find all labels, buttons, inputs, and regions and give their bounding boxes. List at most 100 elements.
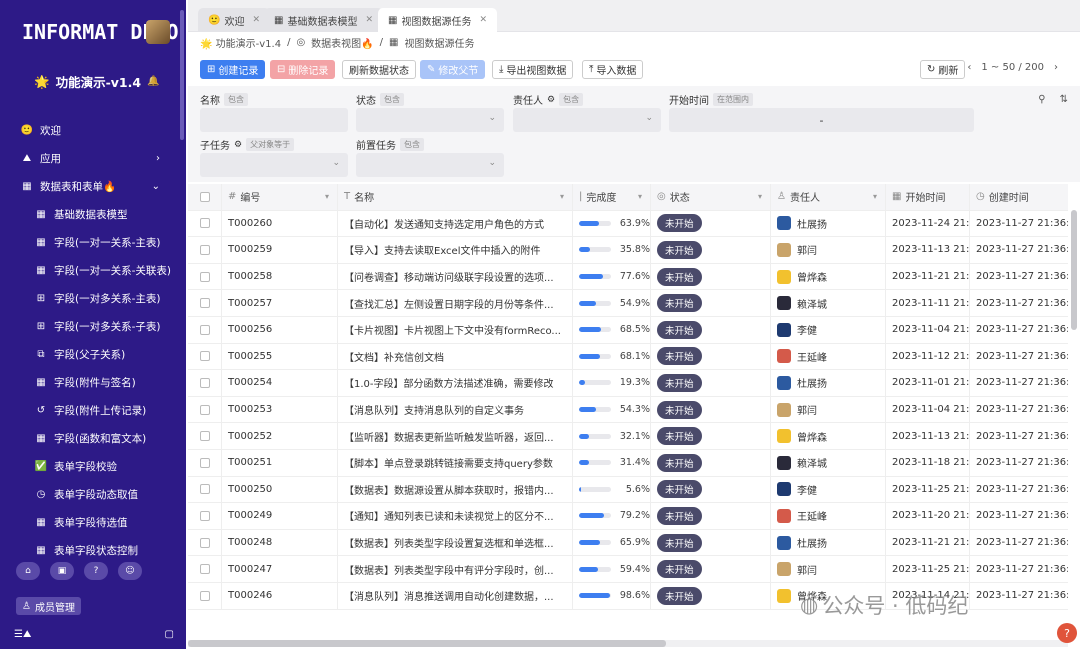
cell-name[interactable]: 【数据表】数据源设置从脚本获取时，报错内... — [338, 476, 573, 503]
cell-name[interactable]: 【查找汇总】左侧设置日期字段的月份等条件... — [338, 290, 573, 316]
create-record-button[interactable]: ⊞ 创建记录 — [200, 60, 266, 79]
row-checkbox[interactable] — [199, 351, 210, 362]
sidebar-item[interactable]: ▦ 基础数据表模型 — [0, 200, 186, 228]
select-all-checkbox[interactable] — [199, 191, 210, 202]
row-checkbox[interactable] — [199, 218, 210, 229]
sidebar-item[interactable]: ⊞ 字段(一对多关系-子表) — [0, 312, 186, 340]
table-horizontal-scrollbar[interactable] — [188, 640, 1068, 647]
name-column-header[interactable]: T 名称 ▾ — [338, 184, 573, 210]
member-management-button[interactable]: ♙ 成员管理 — [16, 597, 81, 615]
row-checkbox[interactable] — [199, 324, 210, 335]
sidebar-item[interactable]: ⛰ 应用 › — [0, 144, 186, 172]
sidebar-item[interactable]: ▦ 表单字段待选值 — [0, 508, 186, 536]
sidebar-item[interactable]: ▦ 字段(一对一关系-关联表) — [0, 256, 186, 284]
export-button[interactable]: ⤓ 导出视图数据 — [492, 60, 574, 79]
book-icon[interactable]: ▣ — [50, 562, 74, 580]
sidebar-item[interactable]: ⧉ 字段(父子关系) — [0, 340, 186, 368]
table-row[interactable]: T000256 【卡片视图】卡片视图上下文中没有formReco... 68.5% 未… — [188, 317, 1068, 344]
sidebar-item[interactable]: ▦ 数据表和表单🔥 ⌄ — [0, 172, 186, 200]
sidebar-item[interactable]: ▦ 字段(附件与签名) — [0, 368, 186, 396]
prev-page-icon[interactable]: ‹ — [967, 62, 971, 73]
sidebar-item[interactable]: ▦ 字段(函数和富文本) — [0, 424, 186, 452]
tab-view-datasource[interactable]: ▦ 视图数据源任务 ✕ — [378, 8, 497, 32]
cell-name[interactable]: 【1.0-字段】部分函数方法描述准确，需要修改 — [338, 370, 573, 396]
cell-name[interactable]: 【数据表】列表类型字段中有评分字段时，创... — [338, 556, 573, 582]
cell-name[interactable]: 【自动化】发送通知支持选定用户角色的方式 — [338, 210, 573, 237]
collapse-sidebar-icon[interactable]: ▢ — [165, 629, 174, 640]
cell-name[interactable]: 【问卷调查】移动端访问级联字段设置的选项... — [338, 263, 573, 290]
column-menu-icon[interactable]: ▾ — [560, 192, 564, 201]
sidebar-item[interactable]: ↺ 字段(附件上传记录) — [0, 396, 186, 424]
help-icon[interactable]: ? — [84, 562, 108, 580]
row-checkbox[interactable] — [199, 564, 210, 575]
table-row[interactable]: T000255 【文档】补充信创文档 68.1% 未开始 王延峰 2023-11-12 2… — [188, 343, 1068, 371]
row-checkbox[interactable] — [199, 484, 210, 495]
cell-name[interactable]: 【卡片视图】卡片视图上下文中没有formReco... — [338, 317, 573, 343]
row-checkbox[interactable] — [199, 457, 210, 468]
cell-name[interactable]: 【导入】支持去读取Excel文件中插入的附件 — [338, 237, 573, 263]
breadcrumb-app[interactable]: 🌟 功能演示-v1.4 — [200, 35, 281, 50]
sidebar-item[interactable]: ✅ 表单字段校验 — [0, 452, 186, 480]
cell-name[interactable]: 【消息队列】支持消息队列的自定义事务 — [338, 396, 573, 423]
app-title[interactable]: 🌟 功能演示-v1.4 🔔 — [34, 72, 160, 91]
status-column-header[interactable]: ◎ 状态 ▾ — [651, 184, 771, 210]
chevron-icon[interactable]: ⌄ — [152, 181, 160, 192]
refresh-button[interactable]: ↻ 刷新 — [920, 60, 966, 79]
cell-name[interactable]: 【文档】补充信创文档 — [338, 343, 573, 370]
sidebar-item[interactable]: ⊞ 字段(一对多关系-主表) — [0, 284, 186, 312]
row-checkbox[interactable] — [199, 271, 210, 282]
refresh-status-button[interactable]: 刷新数据状态 — [342, 60, 416, 79]
column-menu-icon[interactable]: ▾ — [873, 192, 877, 201]
filter-status-select[interactable]: ⌄ — [356, 108, 504, 132]
table-row[interactable]: T000254 【1.0-字段】部分函数方法描述准确，需要修改 19.3% 未开始 杜展… — [188, 370, 1068, 397]
tab-welcome[interactable]: 🙂 欢迎 ✕ — [198, 8, 270, 32]
sidebar-item[interactable]: ▦ 表单字段状态控制 — [0, 536, 186, 564]
row-checkbox[interactable] — [199, 244, 210, 255]
row-checkbox[interactable] — [199, 510, 210, 521]
close-icon[interactable]: ✕ — [252, 15, 260, 25]
edit-parent-button[interactable]: ✎ 修改父节 — [420, 60, 486, 79]
sidebar-item[interactable]: 🙂 欢迎 — [0, 116, 186, 144]
column-menu-icon[interactable]: ▾ — [325, 192, 329, 201]
row-checkbox[interactable] — [199, 537, 210, 548]
chevron-icon[interactable]: › — [156, 153, 160, 164]
tab-basic-model[interactable]: ▦ 基础数据表模型 ✕ — [264, 8, 383, 32]
import-button[interactable]: ⤒ 导入数据 — [582, 60, 644, 79]
table-row[interactable]: T000259 【导入】支持去读取Excel文件中插入的附件 35.8% 未开始 郭闫 2… — [188, 237, 1068, 264]
sidebar-scrollbar[interactable] — [180, 10, 184, 140]
home-icon[interactable]: ⌂ — [16, 562, 40, 580]
filter-start-range[interactable]: - — [669, 108, 974, 132]
row-checkbox[interactable] — [199, 431, 210, 442]
table-row[interactable]: T000249 【通知】通知列表已读和未读视觉上的区分不... 79.2% 未开始 王延… — [188, 503, 1068, 530]
created-time-column-header[interactable]: ◷ 创建时间 — [970, 184, 1068, 210]
cell-name[interactable]: 【监听器】数据表更新监听触发监听器，返回... — [338, 423, 573, 449]
sort-icon[interactable]: ⇅ — [1060, 94, 1068, 105]
menu-icon[interactable]: ☰ — [14, 629, 23, 640]
filter-name-input[interactable] — [200, 108, 348, 132]
filter-settings-icon[interactable]: ⚲ — [1038, 94, 1045, 105]
start-time-column-header[interactable]: ▦ 开始时间 — [886, 184, 970, 210]
column-menu-icon[interactable]: ▾ — [758, 192, 762, 201]
table-row[interactable]: T000258 【问卷调查】移动端访问级联字段设置的选项... 77.6% 未开始 曾烨… — [188, 263, 1068, 291]
owner-column-header[interactable]: ♙ 责任人 ▾ — [771, 184, 886, 210]
table-row[interactable]: T000253 【消息队列】支持消息队列的自定义事务 54.3% 未开始 郭闫 2023-… — [188, 396, 1068, 424]
close-icon[interactable]: ✕ — [479, 15, 487, 25]
filter-subtask-select[interactable]: ⌄ — [200, 153, 348, 177]
cell-name[interactable]: 【数据表】列表类型字段设置复选框和单选框... — [338, 529, 573, 556]
cell-name[interactable]: 【通知】通知列表已读和未读视觉上的区分不... — [338, 503, 573, 529]
table-row[interactable]: T000247 【数据表】列表类型字段中有评分字段时，创... 59.4% 未开始 郭闫… — [188, 556, 1068, 583]
sidebar-item[interactable]: ▦ 字段(一对一关系-主表) — [0, 228, 186, 256]
sidebar-item[interactable]: ◷ 表单字段动态取值 — [0, 480, 186, 508]
row-checkbox[interactable] — [199, 590, 210, 601]
delete-record-button[interactable]: ⊟ 删除记录 — [270, 60, 336, 79]
cell-name[interactable]: 【消息队列】消息推送调用自动化创建数据，... — [338, 583, 573, 609]
filter-owner-select[interactable]: ⌄ — [513, 108, 661, 132]
row-checkbox[interactable] — [199, 377, 210, 388]
id-column-header[interactable]: # 编号 ▾ — [222, 184, 338, 210]
row-checkbox[interactable] — [199, 404, 210, 415]
cell-name[interactable]: 【脚本】单点登录跳转链接需要支持query参数 — [338, 450, 573, 476]
table-row[interactable]: T000248 【数据表】列表类型字段设置复选框和单选框... 65.9% 未开始 杜展… — [188, 529, 1068, 557]
table-row[interactable]: T000251 【脚本】单点登录跳转链接需要支持query参数 31.4% 未开始 赖泽… — [188, 450, 1068, 477]
column-menu-icon[interactable]: ▾ — [638, 192, 642, 201]
robot-icon[interactable]: ☺ — [118, 562, 142, 580]
